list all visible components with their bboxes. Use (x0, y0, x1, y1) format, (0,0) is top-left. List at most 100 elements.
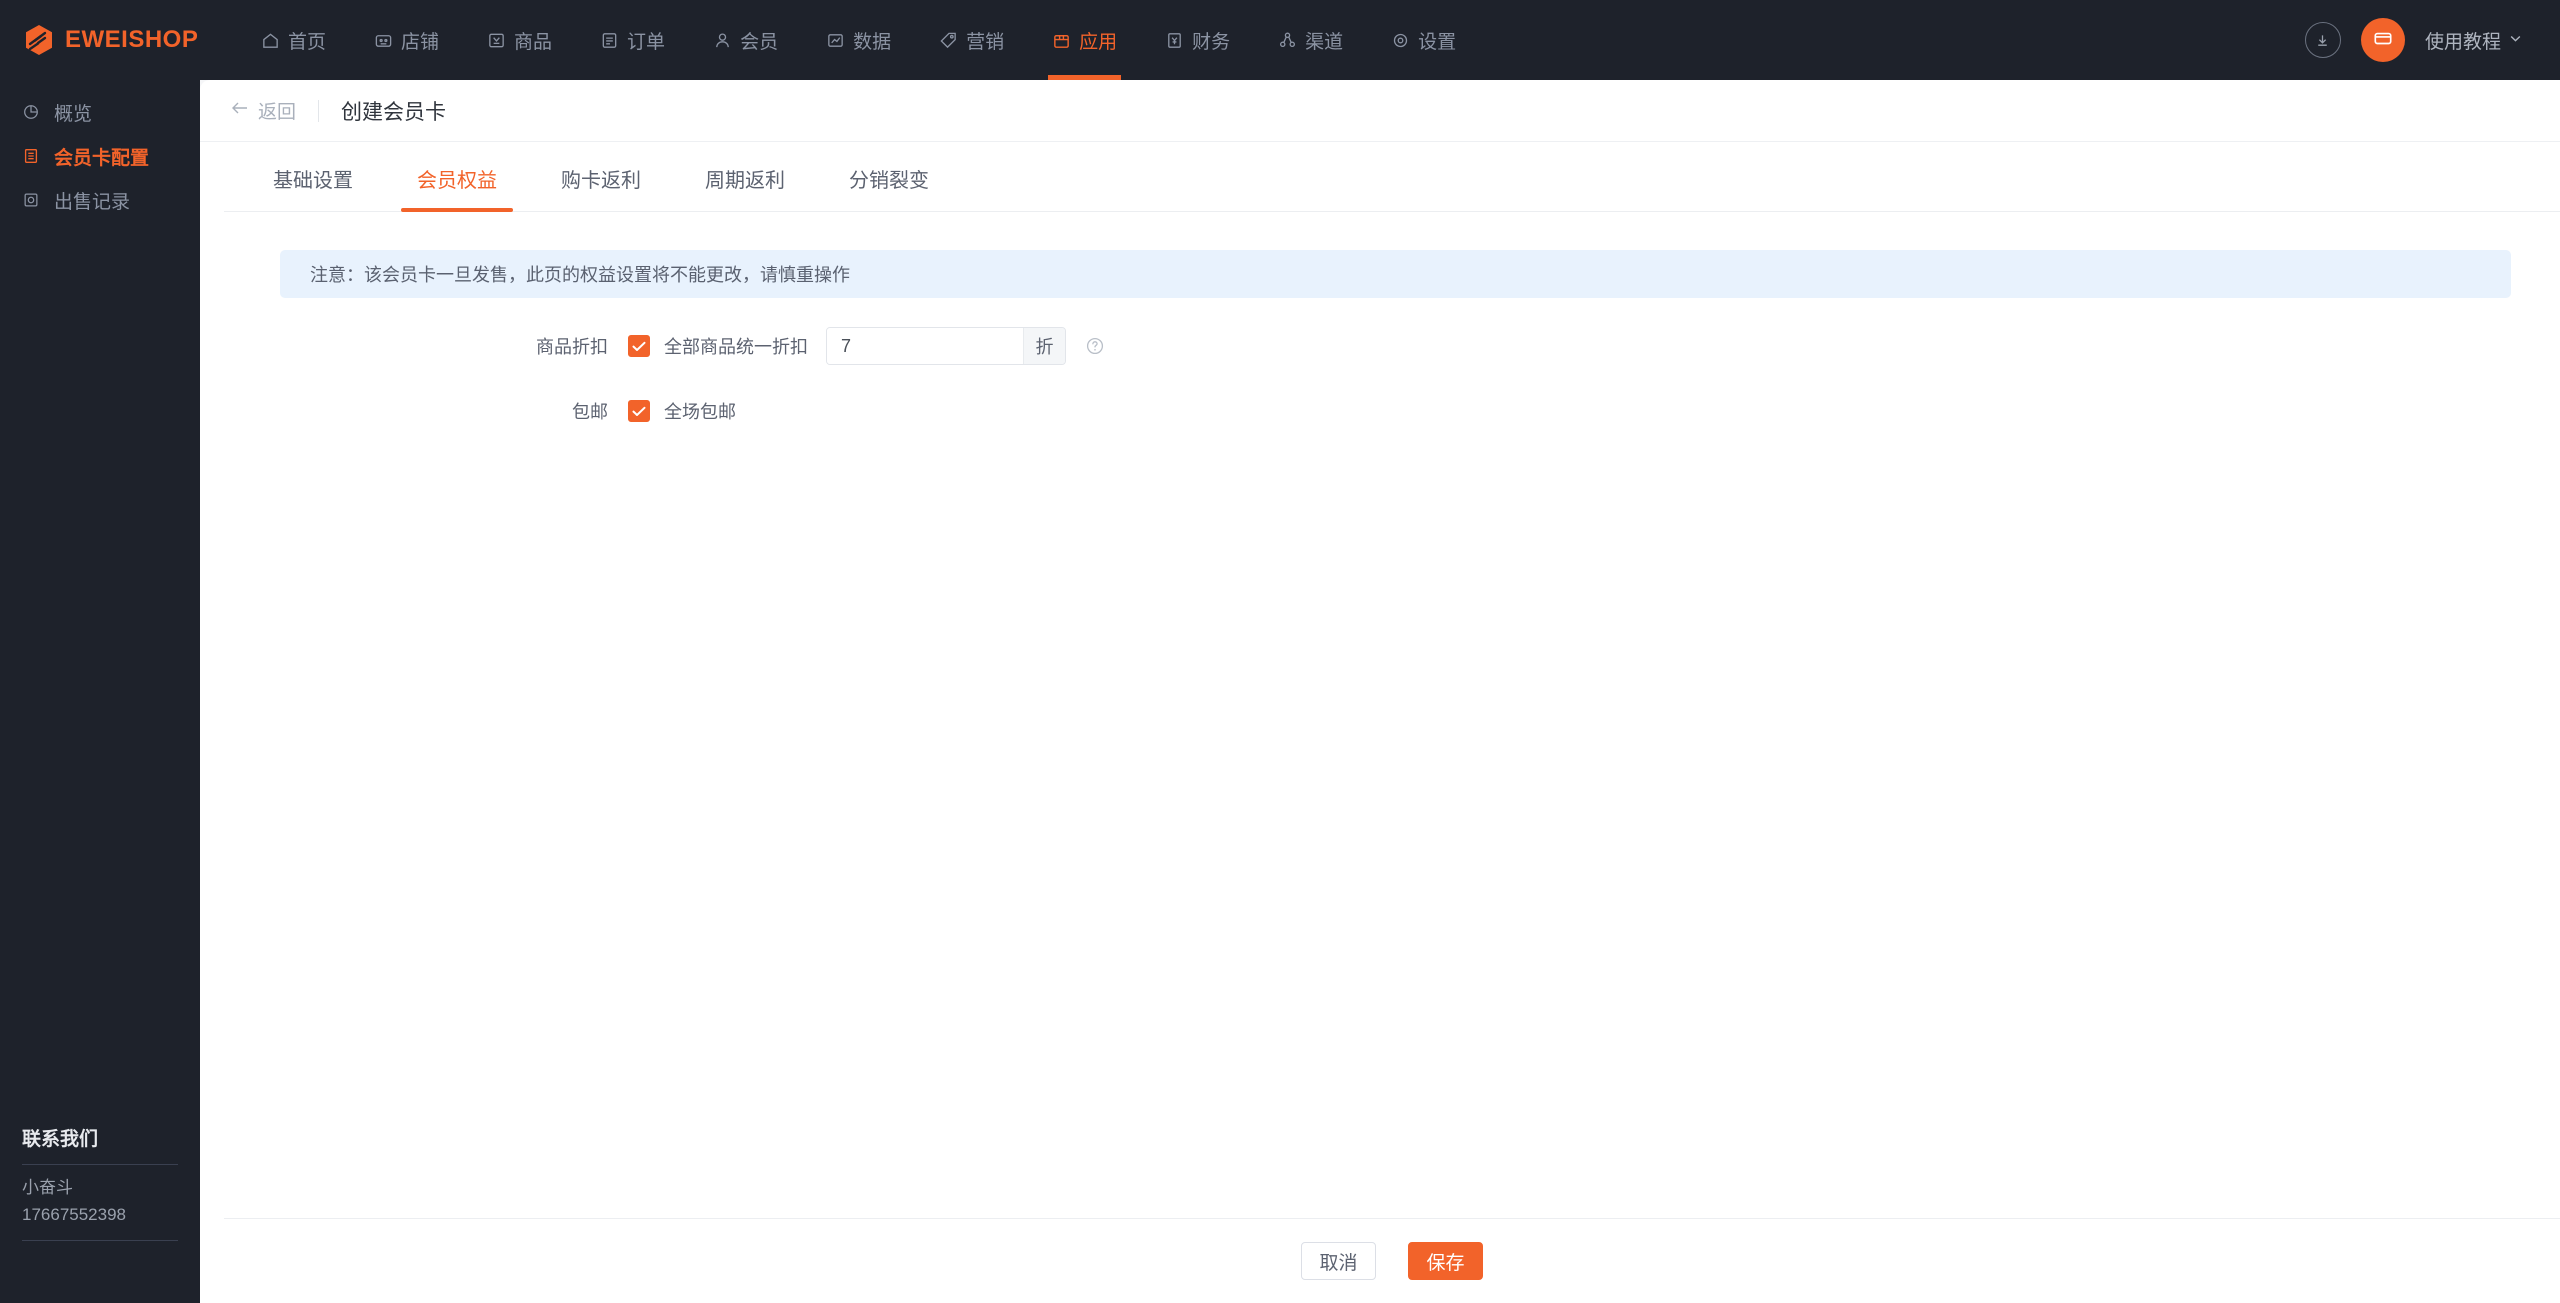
shop-avatar-icon (2372, 27, 2394, 54)
contact-phone: 17667552398 (22, 1204, 127, 1224)
sidebar-item-sales-record[interactable]: 出售记录 (0, 178, 200, 222)
back-link[interactable]: 返回 (231, 97, 296, 124)
form-row-shipping: 包邮 全场包邮 (224, 387, 2560, 435)
active-tab-underline (401, 208, 513, 212)
tab-distribution-fission[interactable]: 分销裂变 (833, 164, 945, 211)
nav-item-marketing[interactable]: 营销 (915, 0, 1028, 80)
nav-item-channel[interactable]: 渠道 (1254, 0, 1367, 80)
nav-item-goods[interactable]: 商品 (463, 0, 576, 80)
tab-label: 基础设置 (273, 170, 353, 192)
nav-label: 订单 (627, 31, 666, 53)
gear-icon (1391, 31, 1410, 50)
download-icon[interactable] (2304, 22, 2341, 58)
topbar-right-actions: 使用教程 (2304, 18, 2522, 62)
content-card: 基础设置 会员权益 购卡返利 周期返利 分销裂变 注意：该会员卡一旦发售，此页的… (224, 142, 2560, 1303)
tab-cycle-rebate[interactable]: 周期返利 (689, 164, 801, 211)
tutorial-label: 使用教程 (2424, 31, 2501, 53)
app-icon (1052, 31, 1071, 50)
nav-item-data[interactable]: 数据 (802, 0, 915, 80)
shipping-checkbox[interactable]: 全场包邮 (628, 398, 736, 424)
contact-title: 联系我们 (22, 1129, 99, 1151)
finance-icon (1165, 31, 1184, 50)
form-footer: 取消 保存 (224, 1218, 2560, 1303)
main-content: 返回 创建会员卡 基础设置 会员权益 购卡返利 周期返利 分销裂变 注意：该会员… (200, 80, 2560, 1303)
nav-label: 数据 (853, 31, 892, 53)
warning-banner: 注意：该会员卡一旦发售，此页的权益设置将不能更改，请慎重操作 (280, 250, 2511, 298)
nav-item-shop[interactable]: 店铺 (350, 0, 463, 80)
channel-icon (1278, 31, 1297, 50)
tab-label: 分销裂变 (849, 170, 929, 192)
question-circle-icon[interactable] (1084, 335, 1106, 357)
checkbox-checked-icon (628, 335, 650, 357)
contact-us-section: 联系我们 小奋斗 17667552398 (0, 1124, 200, 1303)
discount-label: 商品折扣 (536, 337, 608, 357)
nav-item-apps[interactable]: 应用 (1028, 0, 1141, 80)
order-icon (600, 31, 619, 50)
discount-input-group: 折 (826, 327, 1066, 365)
card-list-icon (22, 147, 40, 165)
sidebar-item-label: 概览 (54, 103, 93, 125)
nav-label: 设置 (1418, 31, 1457, 53)
goods-icon (487, 31, 506, 50)
sidebar-item-card-config[interactable]: 会员卡配置 (0, 134, 200, 178)
eweishop-logo-icon (24, 24, 54, 56)
chevron-down-icon (2509, 29, 2522, 51)
pie-chart-icon (22, 103, 40, 121)
tutorial-menu[interactable]: 使用教程 (2425, 27, 2522, 54)
record-icon (22, 191, 40, 209)
benefits-form: 商品折扣 全部商品统一折扣 折 (224, 298, 2560, 435)
tab-basic-settings[interactable]: 基础设置 (257, 164, 369, 211)
tab-label: 会员权益 (417, 170, 497, 192)
discount-unit-addon: 折 (1023, 328, 1065, 364)
warning-banner-text: 注意：该会员卡一旦发售，此页的权益设置将不能更改，请慎重操作 (310, 265, 850, 285)
shipping-label: 包邮 (572, 402, 608, 422)
header-divider (318, 99, 320, 122)
nav-item-home[interactable]: 首页 (237, 0, 350, 80)
form-row-discount: 商品折扣 全部商品统一折扣 折 (224, 322, 2560, 370)
sidebar-item-overview[interactable]: 概览 (0, 90, 200, 134)
nav-label: 应用 (1079, 31, 1118, 53)
nav-label: 首页 (288, 31, 327, 53)
sidebar-item-label: 出售记录 (54, 191, 131, 213)
page-title: 创建会员卡 (341, 100, 447, 124)
contact-body: 小奋斗 17667552398 (22, 1165, 178, 1240)
brand-logo[interactable]: EWEISHOP (24, 24, 199, 56)
shop-icon (374, 31, 393, 50)
brand-name: EWEISHOP (65, 26, 199, 53)
chart-icon (826, 31, 845, 50)
discount-checkbox[interactable]: 全部商品统一折扣 (628, 333, 808, 359)
nav-label: 营销 (966, 31, 1005, 53)
discount-checkbox-label: 全部商品统一折扣 (664, 337, 808, 357)
tab-bar: 基础设置 会员权益 购卡返利 周期返利 分销裂变 (224, 142, 2560, 212)
contact-name: 小奋斗 (22, 1178, 73, 1198)
nav-label: 渠道 (1305, 31, 1344, 53)
cancel-button[interactable]: 取消 (1301, 1242, 1376, 1280)
tab-member-benefits[interactable]: 会员权益 (401, 164, 513, 212)
top-navigation-bar: EWEISHOP 首页 店铺 商品 订单 会员 数据 营销 应用 财务 渠道 设… (0, 0, 2560, 80)
nav-label: 会员 (740, 31, 779, 53)
shipping-checkbox-label: 全场包邮 (664, 402, 736, 422)
sidebar-items: 概览 会员卡配置 出售记录 (0, 80, 200, 222)
tab-purchase-rebate[interactable]: 购卡返利 (545, 164, 657, 211)
tab-label: 购卡返利 (561, 170, 641, 192)
tab-label: 周期返利 (705, 170, 785, 192)
contact-divider-bottom (22, 1240, 178, 1241)
nav-label: 财务 (1192, 31, 1231, 53)
checkbox-checked-icon (628, 400, 650, 422)
nav-item-settings[interactable]: 设置 (1367, 0, 1480, 80)
arrow-left-icon (231, 100, 249, 122)
avatar[interactable] (2360, 18, 2405, 62)
nav-item-member[interactable]: 会员 (689, 0, 802, 80)
discount-input[interactable] (827, 328, 1023, 364)
page-header: 返回 创建会员卡 (200, 80, 2560, 142)
tag-icon (939, 31, 958, 50)
nav-label: 商品 (514, 31, 553, 53)
top-nav-items: 首页 店铺 商品 订单 会员 数据 营销 应用 财务 渠道 设置 (237, 0, 1480, 80)
nav-item-finance[interactable]: 财务 (1141, 0, 1254, 80)
nav-item-order[interactable]: 订单 (576, 0, 689, 80)
back-label: 返回 (258, 102, 297, 123)
nav-label: 店铺 (401, 31, 440, 53)
member-icon (713, 31, 732, 50)
home-icon (261, 31, 280, 50)
save-button[interactable]: 保存 (1408, 1242, 1483, 1280)
